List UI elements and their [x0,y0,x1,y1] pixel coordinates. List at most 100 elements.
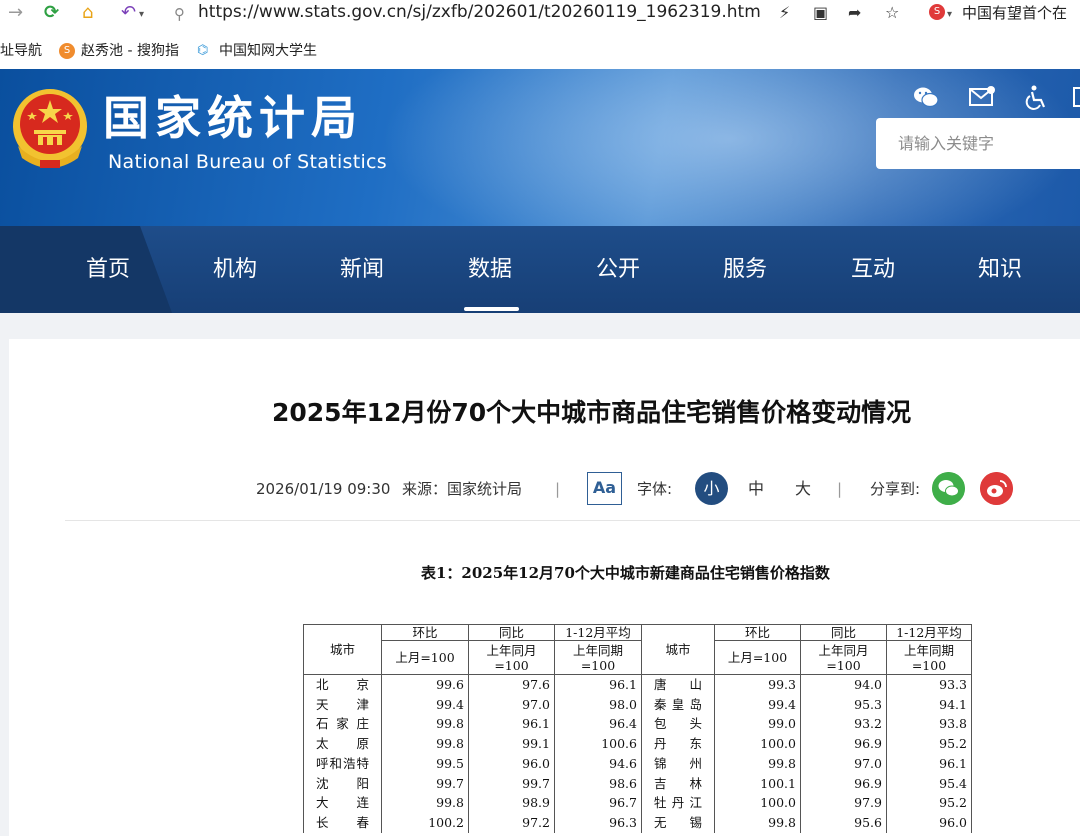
column-header-yoy: 同比 [468,624,555,641]
cnki-bookmark-icon: ⌬ [197,43,209,58]
avg-value-cell: 93.8 [886,714,972,735]
table-row: 天津 99.4 97.0 98.0 秦皇岛 99.4 95.3 94.1 [303,694,972,715]
nav-item-organization[interactable]: 机构 [213,256,257,284]
browser-search-text[interactable]: 中国有望首个在 [962,2,1067,24]
reader-icon[interactable]: ▣ [813,2,828,24]
sogou-engine-icon[interactable]: S [929,4,945,20]
share-icon[interactable]: ➦ [848,2,861,24]
nav-item-interaction[interactable]: 互动 [851,256,895,284]
nav-item-news[interactable]: 新闻 [340,256,384,284]
mom-value-cell: 99.5 [381,753,469,774]
table-row: 沈阳 99.7 99.7 98.6 吉林 100.1 96.9 95.4 [303,773,972,794]
yoy-value-cell: 94.0 [800,674,887,695]
yoy-value-cell: 97.2 [468,812,555,833]
mom-value-cell: 99.8 [714,753,801,774]
city-cell: 大连 [303,793,382,813]
avg-value-cell: 96.1 [554,674,642,695]
address-bar[interactable]: https://www.stats.gov.cn/sj/zxfb/202601/… [198,1,761,23]
national-emblem-icon[interactable] [10,86,90,172]
mom-value-cell: 99.3 [714,674,801,695]
mom-value-cell: 100.1 [714,773,801,794]
city-cell: 牡丹江 [641,793,715,813]
price-index-table: 城市 环比 同比 1-12月平均 城市 环比 同比 1-12月平均 上月=100… [303,624,972,833]
yoy-value-cell: 93.2 [800,714,887,735]
font-size-large-button[interactable]: 大 [795,478,811,500]
nav-item-knowledge[interactable]: 知识 [978,256,1022,284]
city-cell: 吉林 [641,773,715,794]
forward-icon[interactable]: → [8,2,23,24]
font-size-medium-button[interactable]: 中 [748,478,764,500]
city-cell: 呼和浩特 [303,753,382,774]
meta-separator: | [555,480,561,498]
site-title-cn[interactable]: 国家统计局 [103,90,363,146]
avg-value-cell: 96.7 [554,793,642,813]
nav-item-disclosure[interactable]: 公开 [596,256,640,284]
nav-item-services[interactable]: 服务 [723,256,767,284]
column-subheader-mom-base: 上月=100 [714,640,801,675]
mom-value-cell: 100.0 [714,793,801,813]
column-subheader-yoy-base: 上年同月=100 [800,640,887,675]
bookmark-item[interactable]: 址导航 [0,42,42,60]
share-weibo-icon[interactable] [980,472,1013,505]
mom-value-cell: 100.0 [714,734,801,754]
font-size-small-button[interactable]: 小 [695,472,728,505]
mom-value-cell: 99.8 [381,734,469,754]
city-cell: 唐山 [641,674,715,695]
avg-value-cell: 98.6 [554,773,642,794]
yoy-value-cell: 96.9 [800,734,887,754]
column-subheader-avg-base: 上年同期=100 [554,640,642,675]
avg-value-cell: 96.4 [554,714,642,735]
mail-icon[interactable] [968,84,996,110]
undo-close-tab-icon[interactable]: ↶ [121,2,136,24]
avg-value-cell: 94.1 [886,694,972,715]
city-cell: 丹东 [641,734,715,754]
bookmark-item[interactable]: 中国知网大学生 [219,42,323,60]
column-header-mom: 环比 [381,624,469,641]
reload-icon[interactable]: ⟳ [44,2,59,24]
article-title: 2025年12月份70个大中城市商品住宅销售价格变动情况 [272,398,912,427]
meta-separator: | [837,480,843,498]
avg-value-cell: 96.1 [886,753,972,774]
mom-value-cell: 99.8 [714,812,801,833]
column-subheader-avg-base: 上年同期=100 [886,640,972,675]
browser-toolbar: → ⟳ ⌂ ↶ ▾ ⚲ https://www.stats.gov.cn/sj/… [0,0,1080,26]
wechat-icon[interactable] [912,84,940,110]
yoy-value-cell: 97.0 [468,694,555,715]
home-icon[interactable]: ⌂ [82,2,93,24]
city-cell: 沈阳 [303,773,382,794]
favorite-star-icon[interactable]: ☆ [885,2,899,24]
lightning-icon[interactable]: ⚡ [779,2,790,24]
city-cell: 秦皇岛 [641,694,715,715]
column-subheader-yoy-base: 上年同月=100 [468,640,555,675]
accessibility-icon[interactable] [1022,84,1050,110]
share-wechat-icon[interactable] [932,472,965,505]
column-header-yoy: 同比 [800,624,887,641]
chevron-down-icon[interactable]: ▾ [139,4,144,26]
nav-item-home[interactable]: 首页 [86,256,130,284]
nav-active-indicator [464,307,519,311]
font-size-label: 字体: [637,480,673,498]
search-icon: ⚲ [174,5,185,23]
avg-value-cell: 96.0 [886,812,972,833]
chevron-down-icon[interactable]: ▾ [947,4,952,26]
avg-value-cell: 96.3 [554,812,642,833]
article-source: 来源：国家统计局 [402,480,523,498]
yoy-value-cell: 96.9 [800,773,887,794]
nav-item-data[interactable]: 数据 [468,256,512,284]
mom-value-cell: 99.6 [381,674,469,695]
bookmark-item[interactable]: 赵秀池 - 搜狗指 [81,42,184,60]
column-header-city: 城市 [303,624,382,675]
mom-value-cell: 99.4 [714,694,801,715]
city-cell: 锦州 [641,753,715,774]
menu-icon[interactable] [1072,84,1080,110]
city-cell: 包头 [641,714,715,735]
avg-value-cell: 94.6 [554,753,642,774]
site-title-en[interactable]: National Bureau of Statistics [108,150,387,174]
table-caption: 表1：2025年12月70个大中城市新建商品住宅销售价格指数 [421,564,830,582]
reader-mode-button[interactable]: Aa [587,472,622,505]
table-row: 呼和浩特 99.5 96.0 94.6 锦州 99.8 97.0 96.1 [303,753,972,774]
meta-divider [65,520,1080,521]
avg-value-cell: 95.2 [886,734,972,754]
mom-value-cell: 99.0 [714,714,801,735]
site-search-input[interactable] [876,118,1080,169]
